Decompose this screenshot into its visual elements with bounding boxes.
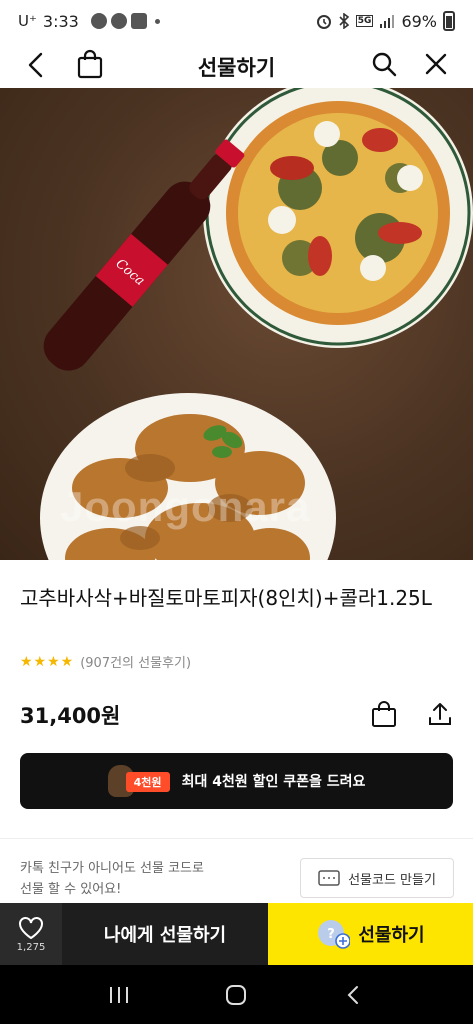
- search-icon[interactable]: [369, 49, 399, 79]
- gift-to-me-button[interactable]: 나에게 선물하기: [62, 903, 268, 965]
- rating-row[interactable]: ★★★★ (907건의 선물후기): [20, 652, 192, 672]
- friend-gift-icon: ?: [316, 919, 352, 949]
- product-price: 31,400원: [20, 704, 121, 728]
- coupon-badge: 4천원: [107, 765, 172, 797]
- gift-code-note-line1: 카톡 친구가 아니어도 선물 코드로: [20, 861, 204, 876]
- page-title: 선물하기: [197, 56, 276, 80]
- add-to-cart-icon[interactable]: [370, 700, 398, 728]
- section-divider: [0, 838, 473, 839]
- star-rating-icon: ★★★★: [20, 653, 75, 670]
- alarm-icon: [316, 15, 331, 29]
- make-gift-code-label: 선물코드 만들기: [348, 872, 436, 888]
- svg-text:?: ?: [328, 927, 336, 942]
- wish-button[interactable]: 1,275: [0, 903, 62, 965]
- make-gift-code-button[interactable]: 선물코드 만들기: [300, 858, 454, 898]
- gift-button[interactable]: ? 선물하기: [268, 903, 473, 965]
- gift-code-note-line2: 선물 할 수 있어요!: [20, 882, 122, 897]
- home-icon[interactable]: [224, 983, 248, 1007]
- status-bar: U⁺ 3:33 5G 69%: [0, 0, 473, 42]
- share-icon[interactable]: [426, 700, 454, 728]
- chat-notification-icon: [110, 13, 127, 29]
- image-notification-icon: [130, 13, 147, 29]
- close-icon[interactable]: [421, 49, 451, 79]
- product-name: 고추바사삭+바질토마토피자(8인치)+콜라1.25L: [20, 586, 432, 610]
- wish-count: 1,275: [16, 941, 46, 953]
- watermark-text: Joongonara: [60, 483, 311, 530]
- clock: 3:33: [42, 11, 79, 31]
- battery-icon: [443, 11, 455, 31]
- top-header: 선물하기: [0, 42, 473, 88]
- network-type: 5G: [355, 15, 374, 27]
- more-notifications-icon: [154, 18, 160, 24]
- coupon-banner[interactable]: 4천원 최대 4천원 할인 쿠폰을 드려요: [20, 753, 453, 809]
- battery-percent: 69%: [401, 11, 437, 31]
- coupon-amount-tag: 4천원: [125, 772, 170, 792]
- heart-icon: [19, 916, 43, 939]
- ticket-icon: [318, 870, 340, 886]
- nav-back-icon[interactable]: [342, 983, 366, 1007]
- product-image[interactable]: Coca Joongonara: [0, 88, 473, 560]
- coupon-text: 최대 4천원 할인 쿠폰을 드려요: [181, 774, 366, 790]
- gift-button-label: 선물하기: [358, 925, 425, 946]
- review-count: (907건의 선물후기): [80, 656, 192, 671]
- talk-notification-icon: [90, 13, 107, 29]
- carrier-label: U⁺: [18, 12, 37, 30]
- bottom-action-bar: 1,275 나에게 선물하기 ? 선물하기: [0, 903, 473, 965]
- signal-icon: [380, 15, 395, 28]
- system-nav-bar: [0, 965, 473, 1024]
- bluetooth-icon: [339, 13, 349, 29]
- recent-apps-icon[interactable]: [107, 984, 131, 1006]
- gift-code-note: 카톡 친구가 아니어도 선물 코드로 선물 할 수 있어요!: [20, 858, 260, 900]
